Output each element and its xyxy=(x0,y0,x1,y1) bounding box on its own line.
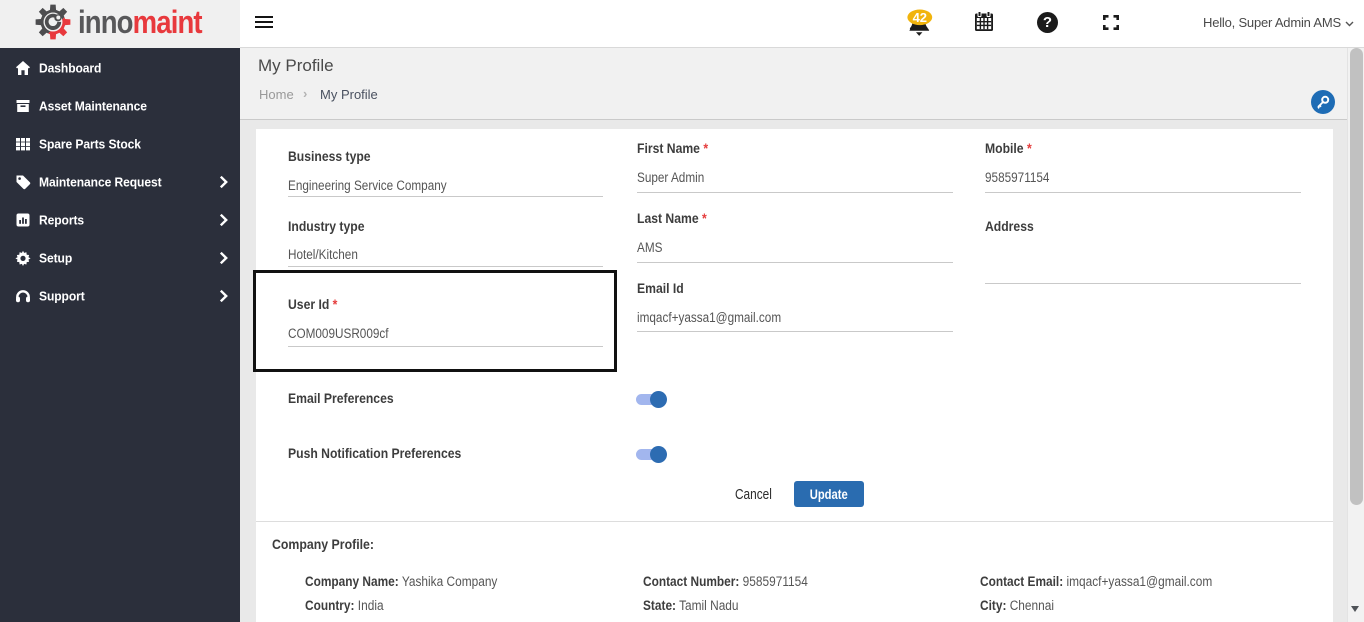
svg-text:42: 42 xyxy=(913,10,927,25)
